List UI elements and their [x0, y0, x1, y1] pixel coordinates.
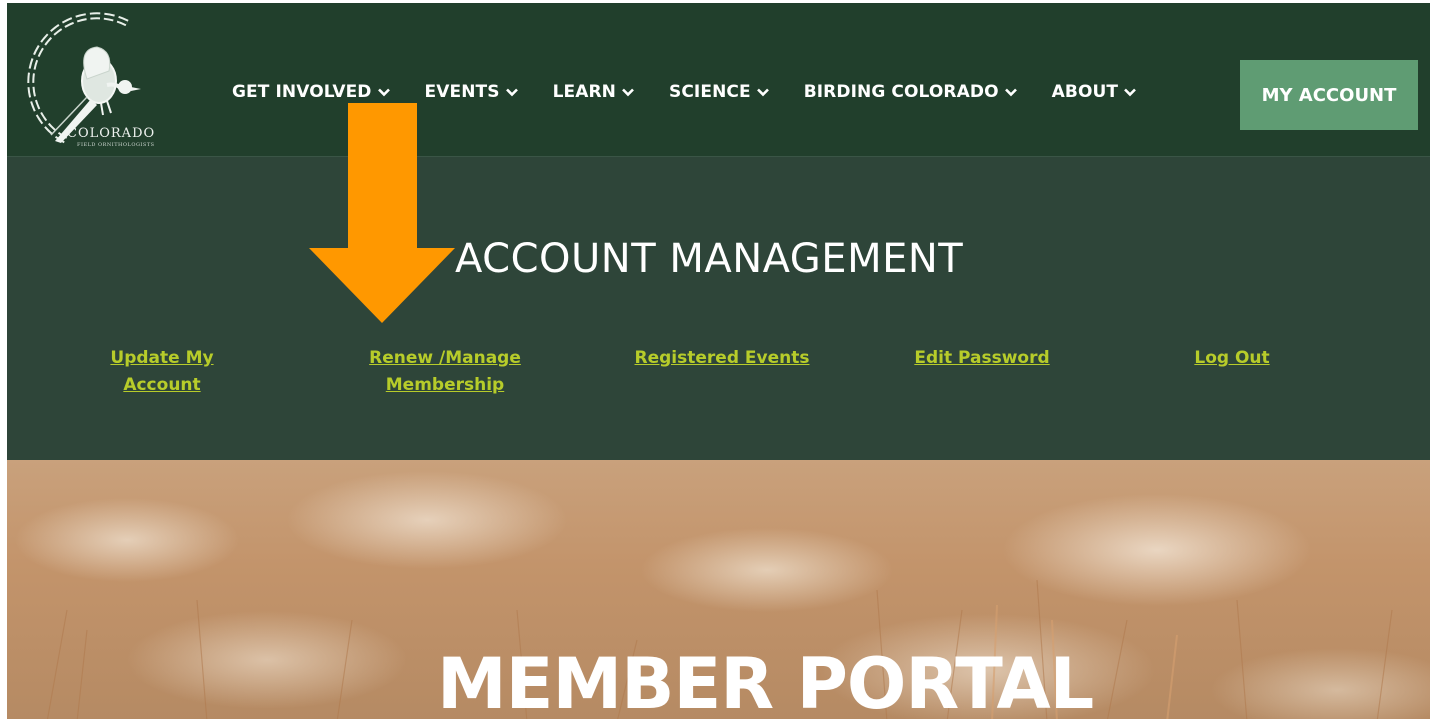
hero-banner: MEMBER PORTAL: [7, 460, 1430, 719]
section-divider: [7, 156, 1430, 157]
chevron-down-icon: [622, 88, 634, 96]
chevron-down-icon: [756, 88, 769, 96]
nav-item-label: LEARN: [552, 82, 617, 102]
page-title: ACCOUNT MANAGEMENT: [455, 236, 964, 282]
account-management-section: ACCOUNT MANAGEMENT Update My Account Ren…: [7, 156, 1430, 460]
logo-subtext: FIELD ORNITHOLOGISTS: [77, 142, 155, 148]
site-header: COLORADO FIELD ORNITHOLOGISTS GET INVOLV…: [7, 3, 1430, 156]
nav-item-label: ABOUT: [1051, 82, 1119, 102]
down-arrow-icon: [309, 103, 455, 323]
nav-item-label: SCIENCE: [669, 82, 751, 102]
chevron-down-icon: [1124, 88, 1137, 96]
main-nav: GET INVOLVED EVENTS LEARN SCIENCE BIRDIN…: [232, 82, 1171, 102]
chevron-down-icon: [1004, 88, 1017, 96]
chevron-down-icon: [505, 88, 518, 96]
site-logo[interactable]: COLORADO FIELD ORNITHOLOGISTS: [17, 9, 187, 151]
nav-item-learn[interactable]: LEARN: [553, 82, 634, 102]
nav-item-birding-colorado[interactable]: BIRDING COLORADO: [804, 82, 1017, 102]
logo-wordmark: COLORADO: [67, 126, 156, 141]
hero-title: MEMBER PORTAL: [437, 643, 1094, 719]
page: COLORADO FIELD ORNITHOLOGISTS GET INVOLV…: [7, 3, 1430, 719]
registered-events-link[interactable]: Registered Events: [627, 345, 817, 372]
nav-item-label: EVENTS: [424, 82, 500, 102]
log-out-link[interactable]: Log Out: [1187, 345, 1277, 372]
nav-item-events[interactable]: EVENTS: [425, 82, 518, 102]
nav-item-about[interactable]: ABOUT: [1051, 82, 1137, 102]
my-account-button[interactable]: MY ACCOUNT: [1240, 60, 1418, 130]
nav-item-label: BIRDING COLORADO: [803, 82, 999, 102]
nav-item-get-involved[interactable]: GET INVOLVED: [232, 82, 390, 102]
update-account-link[interactable]: Update My Account: [102, 345, 222, 399]
edit-password-link[interactable]: Edit Password: [907, 345, 1057, 372]
renew-membership-link[interactable]: Renew /Manage Membership: [355, 345, 535, 399]
chevron-down-icon: [377, 88, 390, 96]
nav-item-label: GET INVOLVED: [232, 82, 372, 102]
nav-item-science[interactable]: SCIENCE: [669, 82, 769, 102]
